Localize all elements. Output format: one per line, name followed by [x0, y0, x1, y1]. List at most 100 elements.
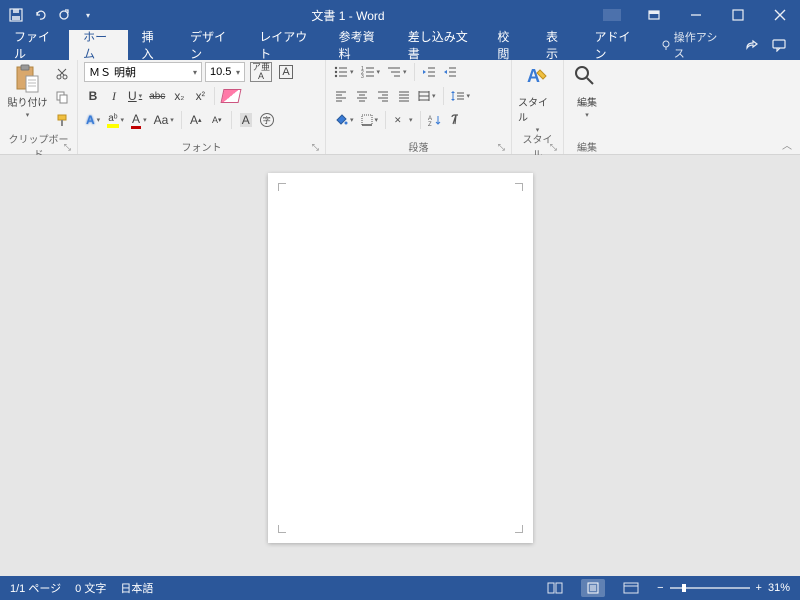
tab-design[interactable]: デザイン	[176, 30, 245, 60]
bold-button[interactable]: B	[84, 86, 102, 106]
indent-icon	[443, 66, 457, 78]
web-layout-button[interactable]	[619, 579, 643, 597]
char-border-button[interactable]: A	[277, 62, 295, 82]
grow-font-button[interactable]: A▴	[187, 110, 205, 130]
editing-label: 編集	[577, 94, 597, 109]
multilevel-list-button[interactable]	[385, 62, 409, 82]
tab-review[interactable]: 校閲	[483, 30, 532, 60]
zoom-level[interactable]: 31%	[768, 582, 790, 594]
cut-button[interactable]	[53, 64, 71, 84]
sort-button[interactable]: AZ	[426, 110, 444, 130]
numbering-button[interactable]: 123	[359, 62, 383, 82]
paste-button[interactable]: 貼り付け ▾	[6, 62, 49, 119]
book-icon	[547, 582, 563, 594]
dialog-launcher-icon[interactable]: ⤡	[312, 142, 319, 153]
align-left-button[interactable]	[332, 86, 350, 106]
account-icon[interactable]	[592, 0, 632, 30]
share-icon[interactable]	[744, 38, 758, 52]
tab-home[interactable]: ホーム	[69, 30, 128, 60]
borders-button[interactable]	[359, 110, 381, 130]
minimize-button[interactable]	[676, 0, 716, 30]
text-effects-button[interactable]: A	[84, 110, 102, 130]
font-size-combo[interactable]: 10.5▾	[205, 62, 245, 82]
zoom-in-button[interactable]: +	[756, 582, 762, 594]
subscript-button[interactable]: x₂	[170, 86, 188, 106]
undo-icon[interactable]	[32, 7, 48, 23]
tab-layout[interactable]: レイアウト	[245, 30, 324, 60]
tab-addins[interactable]: アドイン	[581, 30, 650, 60]
align-right-button[interactable]	[374, 86, 392, 106]
format-painter-button[interactable]	[53, 110, 71, 130]
tell-me-search[interactable]: 操作アシス	[650, 30, 730, 60]
superscript-button[interactable]: x²	[191, 86, 209, 106]
ribbon-display-icon[interactable]	[634, 0, 674, 30]
paint-bucket-icon	[334, 113, 348, 127]
dialog-launcher-icon[interactable]: ⤡	[64, 142, 71, 153]
page-icon	[586, 582, 600, 594]
zoom-thumb[interactable]	[682, 584, 686, 592]
font-name-combo[interactable]: ＭＳ 明朝▾	[84, 62, 202, 82]
crop-mark-icon	[515, 525, 523, 533]
tab-file[interactable]: ファイル	[0, 30, 69, 60]
number-list-icon: 123	[361, 66, 375, 78]
crop-mark-icon	[278, 183, 286, 191]
comments-icon[interactable]	[772, 38, 786, 52]
svg-text:3: 3	[361, 74, 364, 78]
enclose-chars-button[interactable]: 字	[258, 110, 276, 130]
char-shading-button[interactable]: A	[237, 110, 255, 130]
document-area[interactable]	[0, 155, 800, 576]
brush-icon	[55, 113, 69, 127]
editing-button[interactable]: 編集 ▾	[570, 62, 604, 119]
italic-button[interactable]: I	[105, 86, 123, 106]
word-count[interactable]: 0 文字	[75, 580, 106, 596]
title-bar: ▾ 文書 1 - Word	[0, 0, 800, 30]
zoom-slider[interactable]	[670, 587, 750, 589]
shrink-font-button[interactable]: A▾	[208, 110, 226, 130]
crop-mark-icon	[278, 525, 286, 533]
decrease-indent-button[interactable]	[420, 62, 438, 82]
language-indicator[interactable]: 日本語	[120, 580, 153, 596]
redo-icon[interactable]	[56, 7, 72, 23]
paste-label: 貼り付け	[8, 94, 48, 109]
close-button[interactable]	[760, 0, 800, 30]
tab-mailings[interactable]: 差し込み文書	[394, 30, 484, 60]
distributed-button[interactable]	[416, 86, 438, 106]
highlight-button[interactable]: aᵇ	[105, 110, 126, 130]
zoom-out-button[interactable]: −	[657, 582, 663, 594]
save-icon[interactable]	[8, 7, 24, 23]
page-indicator[interactable]: 1/1 ページ	[10, 580, 61, 596]
styles-button[interactable]: A スタイル ▾	[518, 62, 557, 134]
qat-customize-icon[interactable]: ▾	[80, 7, 96, 23]
align-center-button[interactable]	[353, 86, 371, 106]
font-color-button[interactable]: A	[129, 110, 149, 130]
group-font: ＭＳ 明朝▾ 10.5▾ ア亜A A B I U abc x₂ x² A aᵇ …	[78, 60, 326, 154]
line-spacing-icon	[451, 90, 465, 102]
increase-indent-button[interactable]	[441, 62, 459, 82]
phonetic-guide-button[interactable]: ア亜A	[248, 62, 274, 82]
change-case-button[interactable]: Aa	[152, 110, 176, 130]
collapse-ribbon-button[interactable]: ︿	[782, 137, 792, 152]
document-page[interactable]	[268, 173, 533, 543]
tab-view[interactable]: 表示	[532, 30, 581, 60]
bullets-button[interactable]	[332, 62, 356, 82]
clear-formatting-button[interactable]	[220, 86, 242, 106]
read-mode-button[interactable]	[543, 579, 567, 597]
strikethrough-button[interactable]: abc	[147, 86, 167, 106]
asian-layout-button[interactable]: ✕	[391, 110, 415, 130]
print-layout-button[interactable]	[581, 579, 605, 597]
tab-references[interactable]: 参考資料	[325, 30, 394, 60]
line-spacing-button[interactable]	[449, 86, 473, 106]
maximize-button[interactable]	[718, 0, 758, 30]
copy-button[interactable]	[53, 87, 71, 107]
dialog-launcher-icon[interactable]: ⤡	[498, 142, 505, 153]
tab-insert[interactable]: 挿入	[128, 30, 177, 60]
justify-button[interactable]	[395, 86, 413, 106]
show-marks-button[interactable]	[447, 110, 465, 130]
sort-icon: AZ	[428, 114, 442, 126]
eraser-icon	[221, 89, 242, 103]
svg-text:A: A	[527, 66, 540, 86]
underline-button[interactable]: U	[126, 86, 144, 106]
dialog-launcher-icon[interactable]: ⤡	[550, 142, 557, 153]
group-paragraph-label: 段落	[409, 139, 429, 154]
shading-button[interactable]	[332, 110, 356, 130]
